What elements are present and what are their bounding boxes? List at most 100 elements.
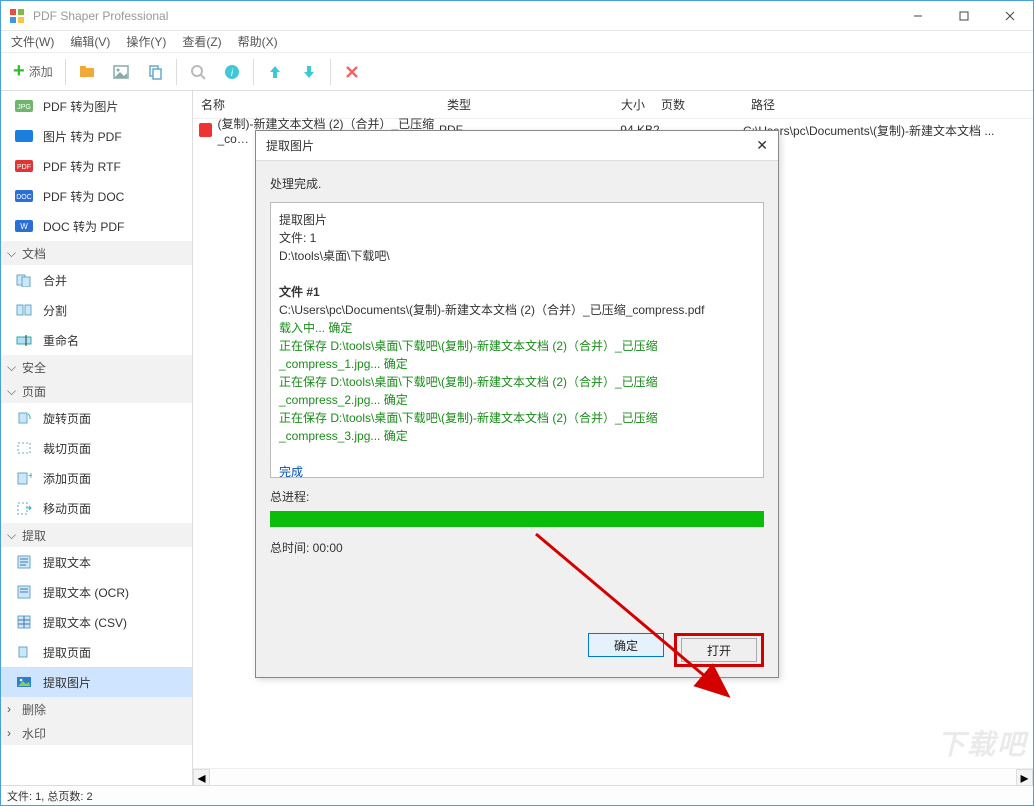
sidebar-item-doc-to-pdf[interactable]: W DOC 转为 PDF [1, 211, 192, 241]
sidebar-item-image-to-pdf[interactable]: 图片 转为 PDF [1, 121, 192, 151]
down-button[interactable] [292, 55, 326, 89]
section-label: 删除 [22, 701, 46, 718]
picture-icon [15, 675, 33, 689]
dialog-close-button[interactable]: ✕ [756, 137, 768, 154]
log-line: 正在保存 D:\tools\桌面\下载吧\(复制)-新建文本文档 (2)（合并）… [279, 409, 755, 445]
scroll-right-button[interactable]: ▸ [1016, 769, 1033, 786]
sidebar-item-label: 移动页面 [43, 500, 91, 517]
app-icon [9, 8, 25, 24]
sidebar-item-rotate[interactable]: 旋转页面 [1, 403, 192, 433]
doc-icon: DOC [15, 189, 33, 203]
delete-button[interactable] [335, 55, 369, 89]
toolbar-separator [65, 59, 66, 85]
menu-help[interactable]: 帮助(X) [232, 31, 284, 52]
sidebar-item-crop[interactable]: 裁切页面 [1, 433, 192, 463]
maximize-button[interactable] [941, 2, 987, 30]
minimize-button[interactable] [895, 2, 941, 30]
sidebar-item-label: 合并 [43, 272, 67, 289]
text-icon [15, 555, 33, 569]
col-path[interactable]: 路径 [743, 96, 1033, 113]
open-button-highlight: 打开 [674, 633, 764, 667]
sidebar-item-pdf-to-doc[interactable]: DOCPDF 转为 DOC [1, 181, 192, 211]
image-button[interactable] [104, 55, 138, 89]
dialog-body: 处理完成. 提取图片 文件: 1 D:\tools\桌面\下载吧\ 文件 #1 … [256, 161, 778, 677]
sidebar-item-pdf-to-image[interactable]: JPG PDF 转为图片 [1, 91, 192, 121]
sidebar-item-pdf-to-rtf[interactable]: PDF PDF 转为 RTF [1, 151, 192, 181]
search-button[interactable] [181, 55, 215, 89]
sidebar-section-document[interactable]: ⌵文档 [1, 241, 192, 265]
log-line: 文件: 1 [279, 229, 755, 247]
row-path: C:\Users\pc\Documents\(复制)-新建文本文档 ... [743, 122, 1033, 139]
rename-icon [15, 333, 33, 347]
open-button[interactable]: 打开 [681, 638, 757, 662]
sidebar-item-extract-ocr[interactable]: 提取文本 (OCR) [1, 577, 192, 607]
pdf-file-icon [199, 123, 212, 137]
folder-button[interactable] [70, 55, 104, 89]
section-label: 页面 [22, 383, 46, 400]
window-title: PDF Shaper Professional [33, 9, 895, 23]
up-button[interactable] [258, 55, 292, 89]
menu-view[interactable]: 查看(Z) [176, 31, 227, 52]
sidebar-item-label: 旋转页面 [43, 410, 91, 427]
dialog-titlebar: 提取图片 ✕ [256, 131, 778, 161]
toolbar-separator [176, 59, 177, 85]
log-line: 提取图片 [279, 211, 755, 229]
sidebar-item-extract-csv[interactable]: 提取文本 (CSV) [1, 607, 192, 637]
section-label: 水印 [22, 725, 46, 742]
extract-images-dialog: 提取图片 ✕ 处理完成. 提取图片 文件: 1 D:\tools\桌面\下载吧\… [255, 130, 779, 678]
add-button[interactable]: +添加 [5, 55, 61, 89]
menubar: 文件(W) 编辑(V) 操作(Y) 查看(Z) 帮助(X) [1, 31, 1033, 53]
sidebar-item-label: PDF 转为 RTF [43, 158, 121, 175]
sidebar-item-rename[interactable]: 重命名 [1, 325, 192, 355]
sidebar-item-label: 图片 转为 PDF [43, 128, 122, 145]
log-line: 完成 [279, 463, 755, 478]
chevron-down-icon: ⌵ [7, 360, 16, 375]
word-icon: W [15, 219, 33, 233]
image-icon [15, 129, 33, 143]
close-button[interactable] [987, 2, 1033, 30]
col-type[interactable]: 类型 [439, 96, 587, 113]
sidebar-item-label: 提取文本 [43, 554, 91, 571]
svg-text:DOC: DOC [16, 194, 32, 201]
ok-button[interactable]: 确定 [588, 633, 664, 657]
col-pages[interactable]: 页数 [653, 96, 743, 113]
col-name[interactable]: 名称 [193, 96, 439, 113]
log-line: 正在保存 D:\tools\桌面\下载吧\(复制)-新建文本文档 (2)（合并）… [279, 337, 755, 373]
menu-edit[interactable]: 编辑(V) [64, 31, 116, 52]
copy-button[interactable] [138, 55, 172, 89]
horizontal-scrollbar[interactable]: ◂ ▸ [193, 768, 1033, 785]
info-button[interactable]: i [215, 55, 249, 89]
svg-text:+: + [28, 471, 32, 482]
sidebar: JPGPDF 转为图片 图片 转为 PDF PDFPDF 转为 RTF DOCP… [1, 91, 193, 785]
menu-file[interactable]: 文件(W) [5, 31, 60, 52]
sidebar-item-extract-images[interactable]: 提取图片 [1, 667, 192, 697]
svg-text:W: W [20, 222, 28, 231]
sidebar-item-extract-text[interactable]: 提取文本 [1, 547, 192, 577]
menu-operate[interactable]: 操作(Y) [120, 31, 172, 52]
sidebar-item-merge[interactable]: 合并 [1, 265, 192, 295]
sidebar-item-split[interactable]: 分割 [1, 295, 192, 325]
rotate-icon [15, 411, 33, 425]
sidebar-item-extract-pages[interactable]: 提取页面 [1, 637, 192, 667]
sidebar-section-page[interactable]: ⌵页面 [1, 379, 192, 403]
sidebar-section-delete[interactable]: ›删除 [1, 697, 192, 721]
watermark-text: 下载吧 [937, 723, 1027, 763]
log-line: C:\Users\pc\Documents\(复制)-新建文本文档 (2)（合并… [279, 301, 755, 319]
sidebar-item-label: 提取文本 (CSV) [43, 614, 127, 631]
sidebar-item-label: PDF 转为图片 [43, 98, 118, 115]
sidebar-section-security[interactable]: ⌵安全 [1, 355, 192, 379]
section-label: 文档 [22, 245, 46, 262]
sidebar-section-watermark[interactable]: ›水印 [1, 721, 192, 745]
toolbar-separator [253, 59, 254, 85]
sidebar-section-extract[interactable]: ⌵提取 [1, 523, 192, 547]
col-size[interactable]: 大小 [587, 96, 653, 113]
log-line: 载入中... 确定 [279, 319, 755, 337]
sidebar-item-addpage[interactable]: +添加页面 [1, 463, 192, 493]
log-line: D:\tools\桌面\下载吧\ [279, 247, 755, 265]
svg-text:PDF: PDF [17, 164, 31, 171]
sidebar-item-label: DOC 转为 PDF [43, 218, 124, 235]
scroll-left-button[interactable]: ◂ [193, 769, 210, 786]
sidebar-item-movepage[interactable]: 移动页面 [1, 493, 192, 523]
svg-text:JPG: JPG [17, 104, 31, 111]
addpage-icon: + [15, 471, 33, 485]
